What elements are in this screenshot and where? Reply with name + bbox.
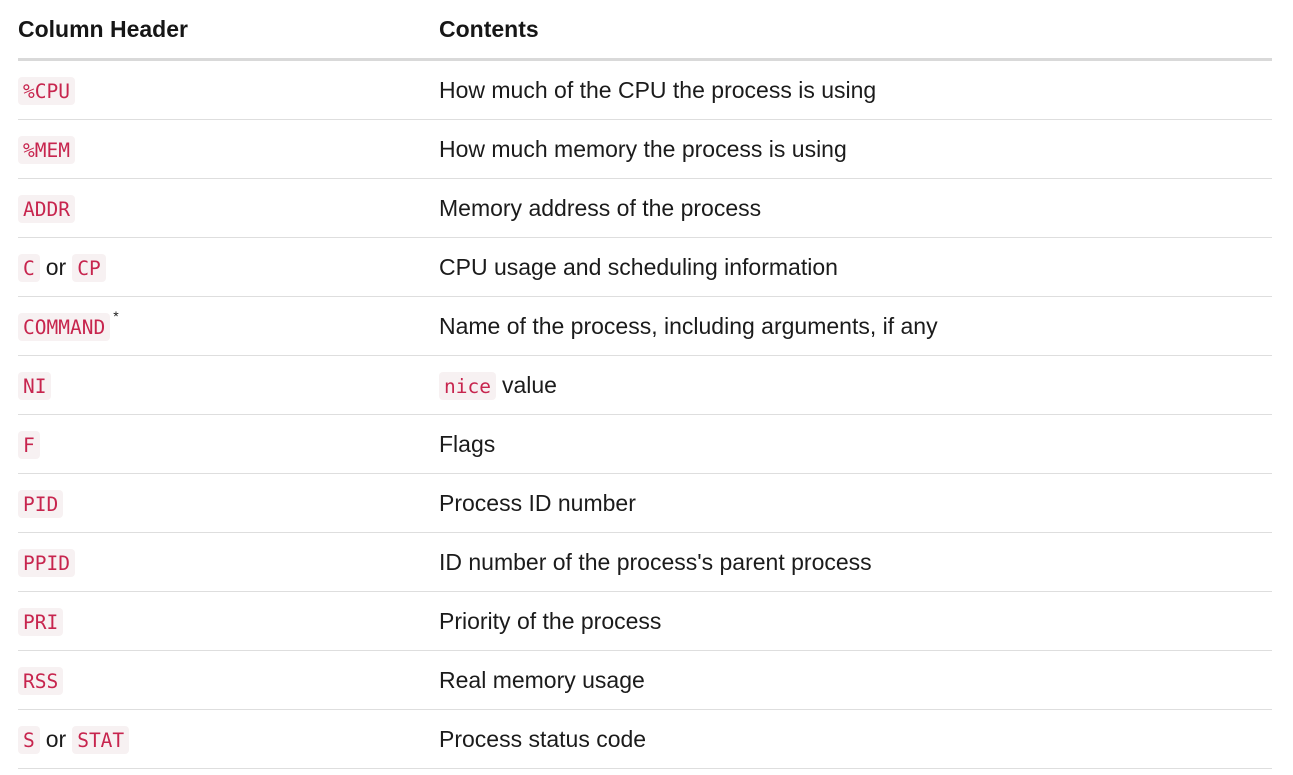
contents-text: Flags — [439, 430, 496, 457]
footnote-marker: * — [113, 308, 119, 325]
contents-text: value — [501, 371, 557, 398]
contents-text: How much memory the process is using — [439, 135, 847, 162]
ps-columns-table-container: Column Header Contents %CPU How much of t… — [18, 0, 1272, 769]
contents-text: Process status code — [439, 725, 647, 752]
contents-text: Memory address of the process — [439, 194, 762, 221]
contents-cell: How much of the CPU the process is using — [439, 59, 1272, 120]
column-code: CP — [72, 253, 106, 282]
column-code: RSS — [18, 666, 64, 695]
column-header-cell: F — [18, 414, 439, 474]
column-code: PRI — [18, 607, 64, 636]
column-code: NI — [18, 371, 52, 400]
table-row: Sor STAT Process status code — [18, 709, 1272, 769]
table-row: PRI Priority of the process — [18, 591, 1272, 651]
contents-heading: Contents — [439, 0, 1272, 61]
table-body: %CPU How much of the CPU the process is u… — [18, 59, 1272, 769]
column-header-cell: PID — [18, 473, 439, 533]
column-header-cell: RSS — [18, 650, 439, 710]
column-code: STAT — [72, 725, 130, 754]
column-header-cell: Cor CP — [18, 237, 439, 297]
contents-cell: Memory address of the process — [439, 178, 1272, 238]
table-row: PPID ID number of the process's parent pr… — [18, 532, 1272, 592]
table-row: Cor CP CPU usage and scheduling informatio… — [18, 237, 1272, 297]
column-header-cell: COMMAND * — [18, 296, 439, 356]
column-header-cell: NI — [18, 355, 439, 415]
contents-text: Name of the process, including arguments… — [439, 312, 938, 339]
column-header-heading: Column Header — [18, 0, 439, 61]
column-header-cell: Sor STAT — [18, 709, 439, 769]
table-row: F Flags — [18, 414, 1272, 474]
contents-cell: Name of the process, including arguments… — [439, 296, 1272, 356]
contents-cell: Process status code — [439, 709, 1272, 769]
column-header-cell: %CPU — [18, 59, 439, 120]
contents-text: Priority of the process — [439, 607, 662, 634]
contents-text: Process ID number — [439, 489, 636, 516]
column-header-cell: PRI — [18, 591, 439, 651]
table-head: Column Header Contents — [18, 0, 1272, 61]
contents-text: ID number of the process's parent proces… — [439, 548, 872, 575]
contents-cell: nice value — [439, 355, 1272, 415]
table-row: %MEM How much memory the process is using — [18, 119, 1272, 179]
table-row: %CPU How much of the CPU the process is u… — [18, 59, 1272, 120]
contents-cell: CPU usage and scheduling information — [439, 237, 1272, 297]
column-code: COMMAND — [18, 312, 111, 341]
table-row: COMMAND * Name of the process, including a… — [18, 296, 1272, 356]
column-code: S — [18, 725, 40, 754]
contents-code: nice — [439, 371, 496, 400]
column-header-cell: PPID — [18, 532, 439, 592]
column-code: ADDR — [18, 194, 75, 223]
ps-columns-table: Column Header Contents %CPU How much of t… — [18, 0, 1272, 769]
table-row: ADDR Memory address of the process — [18, 178, 1272, 238]
contents-text: How much of the CPU the process is using — [439, 76, 877, 103]
column-code: PID — [18, 489, 64, 518]
column-code: F — [18, 430, 40, 459]
column-code: C — [18, 253, 40, 282]
table-row: PID Process ID number — [18, 473, 1272, 533]
contents-cell: Process ID number — [439, 473, 1272, 533]
contents-cell: ID number of the process's parent proces… — [439, 532, 1272, 592]
column-code: PPID — [18, 548, 75, 577]
table-row: RSS Real memory usage — [18, 650, 1272, 710]
table-header-row: Column Header Contents — [18, 0, 1272, 61]
contents-cell: How much memory the process is using — [439, 119, 1272, 179]
connector-text: or — [45, 253, 67, 280]
column-header-cell: %MEM — [18, 119, 439, 179]
contents-cell: Real memory usage — [439, 650, 1272, 710]
connector-text: or — [45, 725, 67, 752]
contents-cell: Priority of the process — [439, 591, 1272, 651]
column-code: %CPU — [18, 76, 75, 105]
contents-cell: Flags — [439, 414, 1272, 474]
contents-text: Real memory usage — [439, 666, 645, 693]
column-header-cell: ADDR — [18, 178, 439, 238]
table-row: NI nice value — [18, 355, 1272, 415]
contents-text: CPU usage and scheduling information — [439, 253, 838, 280]
column-code: %MEM — [18, 135, 75, 164]
